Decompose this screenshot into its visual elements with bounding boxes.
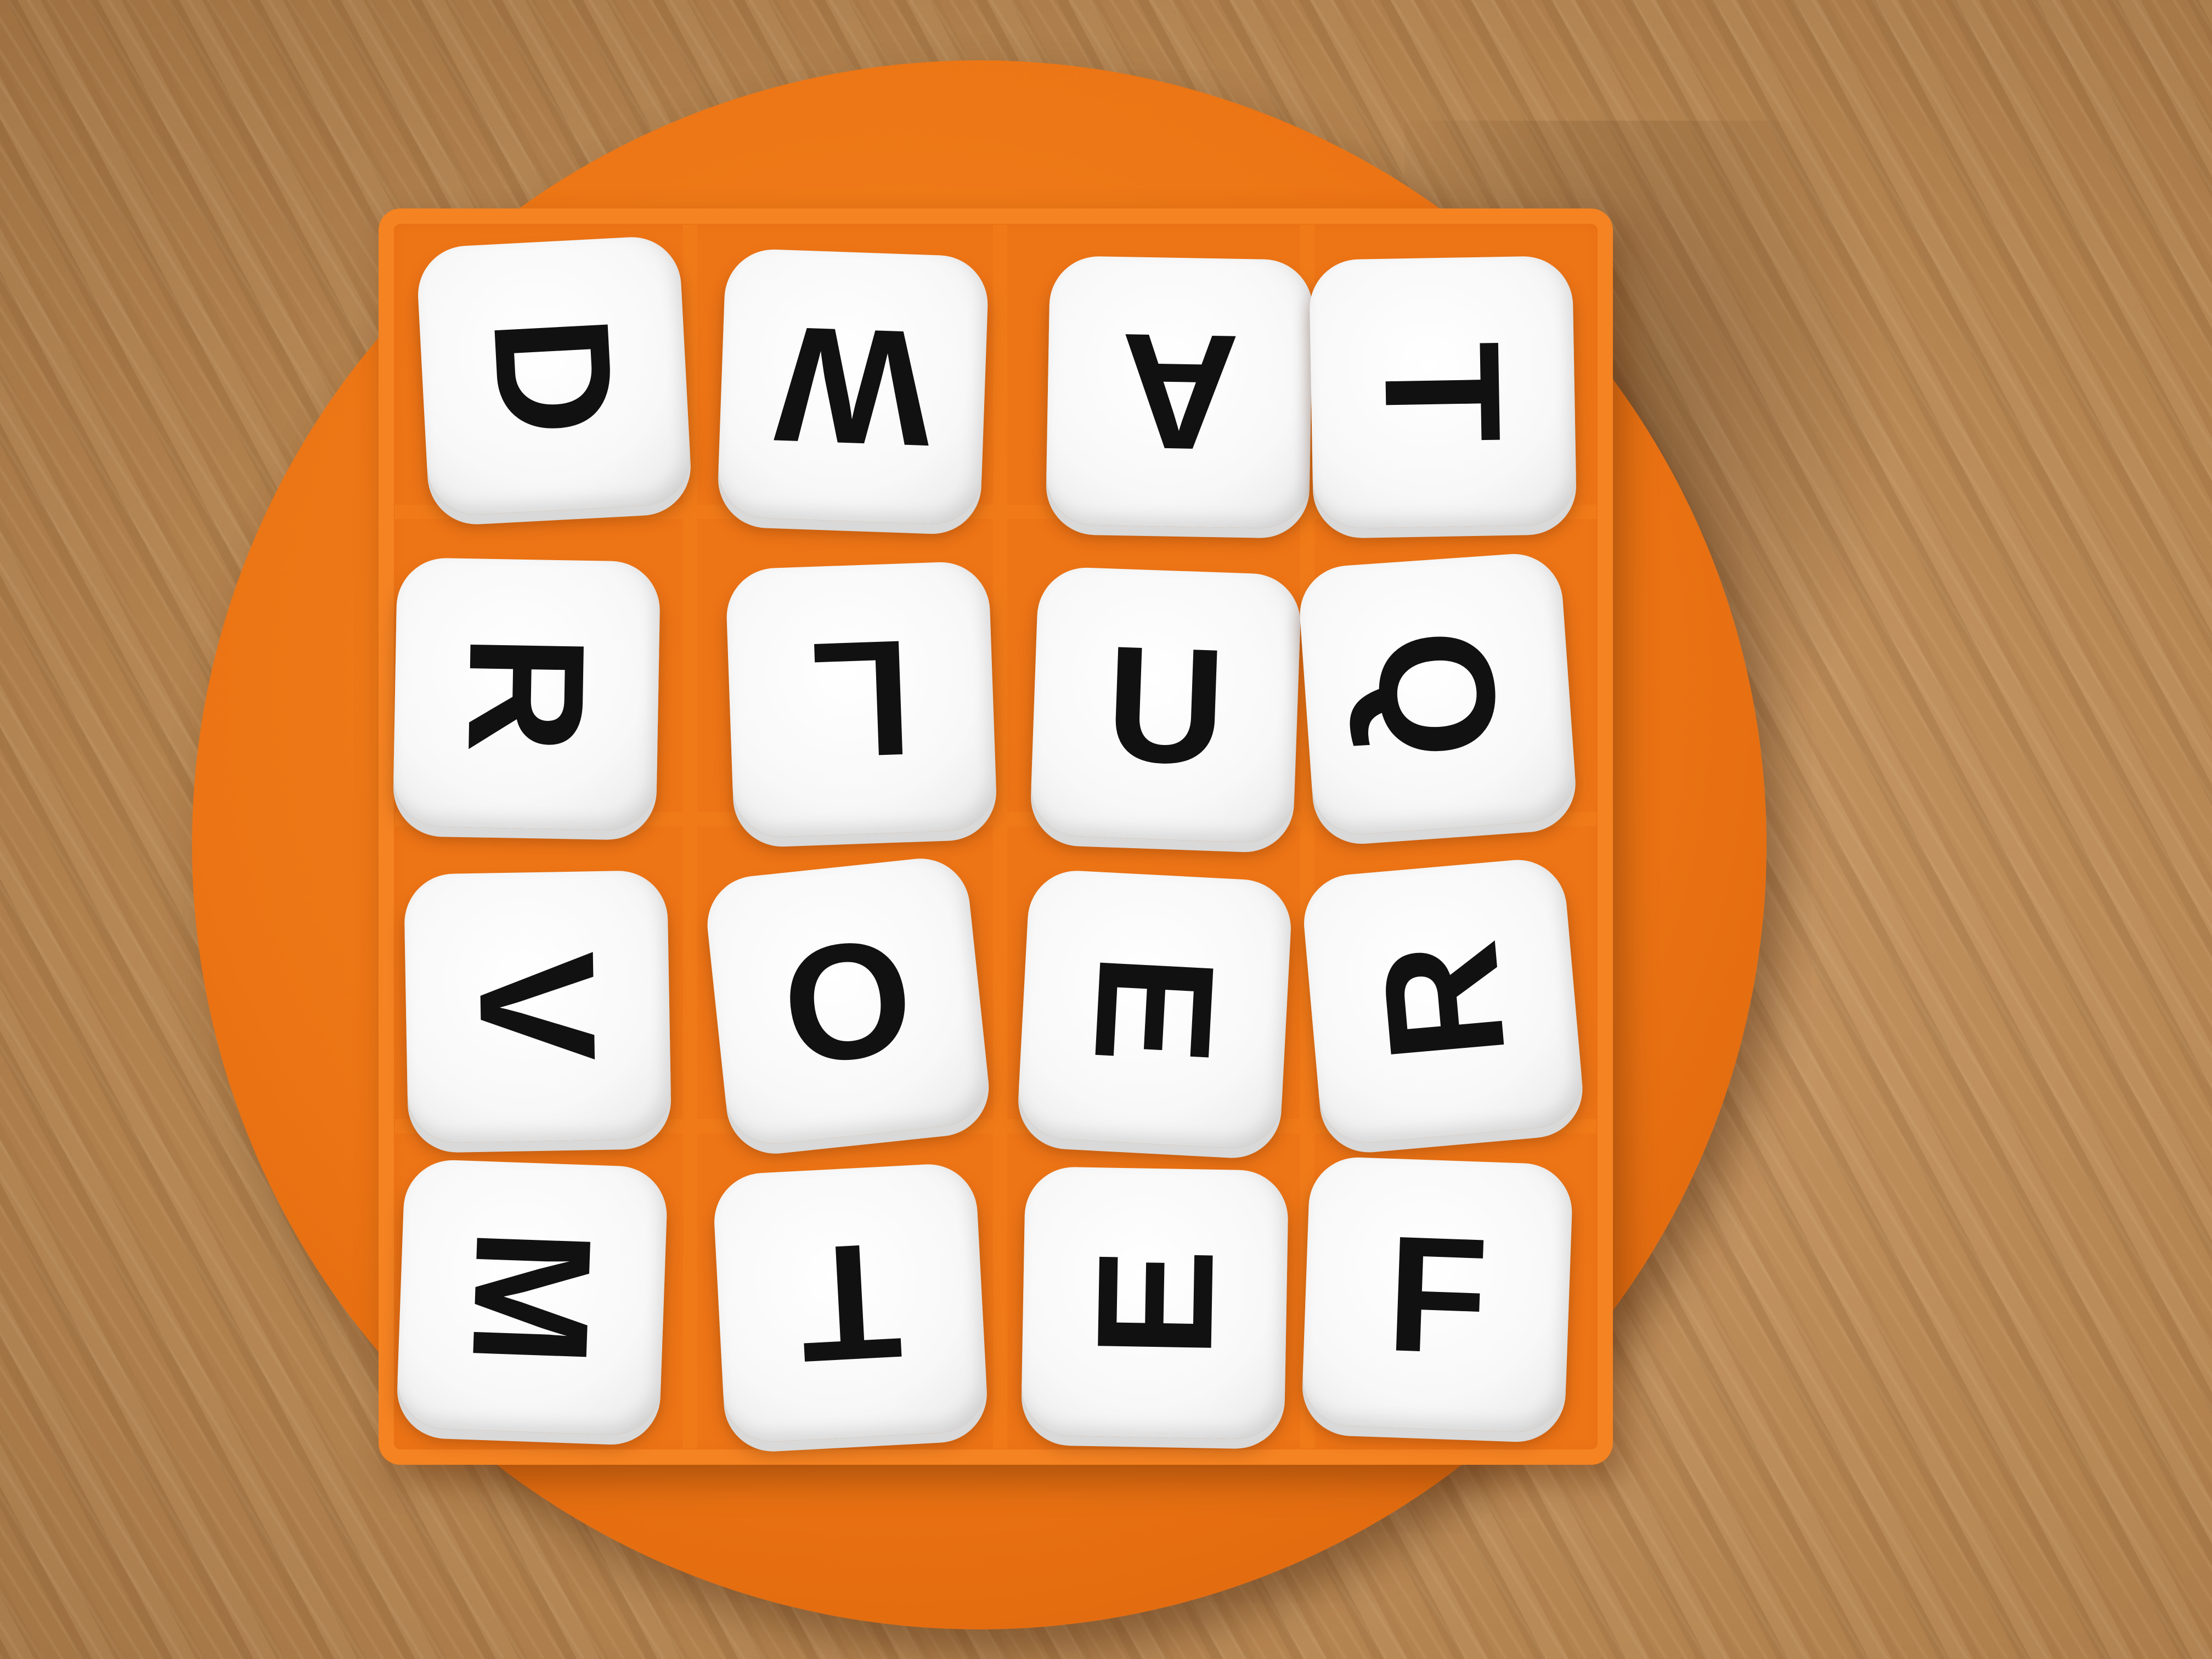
die-r3-c3[interactable]: E <box>1016 868 1294 1151</box>
die-r1-c4[interactable]: T <box>1308 255 1577 529</box>
die-r1-c2[interactable]: W <box>716 247 990 526</box>
die-letter: F <box>1384 1200 1491 1389</box>
die-letter: T <box>1350 340 1536 444</box>
die-r4-c2[interactable]: T <box>712 1161 989 1444</box>
die-r3-c2[interactable]: O <box>702 854 993 1149</box>
die-letter: E <box>1062 1246 1248 1359</box>
die-r2-c4[interactable]: Q <box>1296 550 1578 838</box>
die-letter: A <box>1118 299 1241 486</box>
die-r4-c1[interactable]: M <box>396 1158 669 1437</box>
die-r4-c3[interactable]: E <box>1020 1166 1289 1440</box>
die-r3-c4[interactable]: R <box>1300 856 1586 1147</box>
dice-tray: D W A T R L U Q V O E R M T E F <box>379 208 1613 1465</box>
die-letter: U <box>1103 611 1229 799</box>
die-letter: D <box>459 312 650 440</box>
die-r2-c2[interactable]: L <box>725 560 998 839</box>
tray-divider <box>993 225 1007 1448</box>
die-letter: V <box>444 950 631 1063</box>
die-r1-c3[interactable]: A <box>1045 255 1314 529</box>
die-letter: O <box>774 902 921 1100</box>
die-r3-c1[interactable]: V <box>403 870 672 1144</box>
die-letter: R <box>1346 934 1540 1069</box>
die-letter: M <box>437 1226 627 1369</box>
die-letter: T <box>795 1208 906 1398</box>
die-letter: R <box>433 633 620 755</box>
die-r2-c3[interactable]: U <box>1029 566 1302 844</box>
die-r4-c4[interactable]: F <box>1301 1155 1574 1434</box>
die-letter: L <box>808 605 915 794</box>
die-r2-c1[interactable]: R <box>392 557 661 831</box>
die-letter: Q <box>1341 623 1534 765</box>
die-letter: E <box>1059 950 1250 1069</box>
die-letter: W <box>772 292 934 482</box>
die-r1-c1[interactable]: D <box>415 234 693 517</box>
